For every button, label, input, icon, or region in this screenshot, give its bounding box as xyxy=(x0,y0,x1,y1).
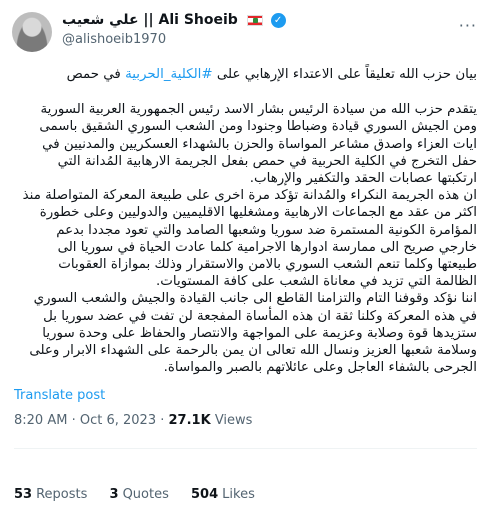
tweet-paragraph: ان هذه الجريمة النكراء والمُدانة تؤكد مر… xyxy=(22,188,477,290)
author-name-arabic[interactable]: علي شعيب xyxy=(62,12,139,28)
likes-stat[interactable]: 504 Likes xyxy=(191,487,255,502)
meta-dot: · xyxy=(71,413,76,428)
reposts-count: 53 xyxy=(14,487,33,502)
meta-dot: · xyxy=(160,413,165,428)
name-separator: || xyxy=(143,12,154,28)
headline-text-end: في حمص xyxy=(66,67,126,82)
likes-label: Likes xyxy=(222,487,255,502)
likes-count: 504 xyxy=(191,487,219,502)
headline-text: بيان حزب الله تعليقاً على الاعتداء الإره… xyxy=(212,67,477,82)
tweet-text: بيان حزب الله تعليقاً على الاعتداء الإره… xyxy=(15,66,477,376)
engagement-stats: 53 Reposts 3 Quotes 504 Likes xyxy=(14,487,273,502)
divider xyxy=(14,448,477,449)
post-date[interactable]: Oct 6, 2023 xyxy=(80,413,156,428)
author-name-english[interactable]: Ali Shoeib xyxy=(159,12,238,28)
reposts-stat[interactable]: 53 Reposts xyxy=(14,487,87,502)
post-time[interactable]: 8:20 AM xyxy=(14,413,67,428)
lebanon-flag-icon xyxy=(246,14,263,26)
views-count: 27.1K xyxy=(168,413,211,428)
quotes-label: Quotes xyxy=(122,487,169,502)
tweet-paragraph: يتقدم حزب الله من سيادة الرئيس بشار الاس… xyxy=(39,102,477,187)
verified-badge-icon: ✓ xyxy=(270,12,286,28)
avatar[interactable] xyxy=(12,12,52,52)
reposts-label: Reposts xyxy=(36,487,88,502)
author-handle[interactable]: @alishoeib1970 xyxy=(62,32,166,47)
quotes-stat[interactable]: 3 Quotes xyxy=(110,487,169,502)
more-icon[interactable]: ··· xyxy=(459,16,477,35)
quotes-count: 3 xyxy=(109,487,119,502)
hashtag-link[interactable]: #الكلية_الحربية xyxy=(125,67,213,82)
post-meta: 8:20 AM · Oct 6, 2023 · 27.1K Views xyxy=(14,413,252,428)
author-name-line[interactable]: علي شعيب || Ali Shoeib ✓ xyxy=(62,12,286,28)
translate-post-link[interactable]: Translate post xyxy=(14,388,105,403)
tweet-paragraph: اننا نؤكد وقوفنا التام والتزامنا القاطع … xyxy=(29,291,477,376)
tweet-headline: بيان حزب الله تعليقاً على الاعتداء الإره… xyxy=(15,66,477,83)
views-label: Views xyxy=(214,413,253,428)
